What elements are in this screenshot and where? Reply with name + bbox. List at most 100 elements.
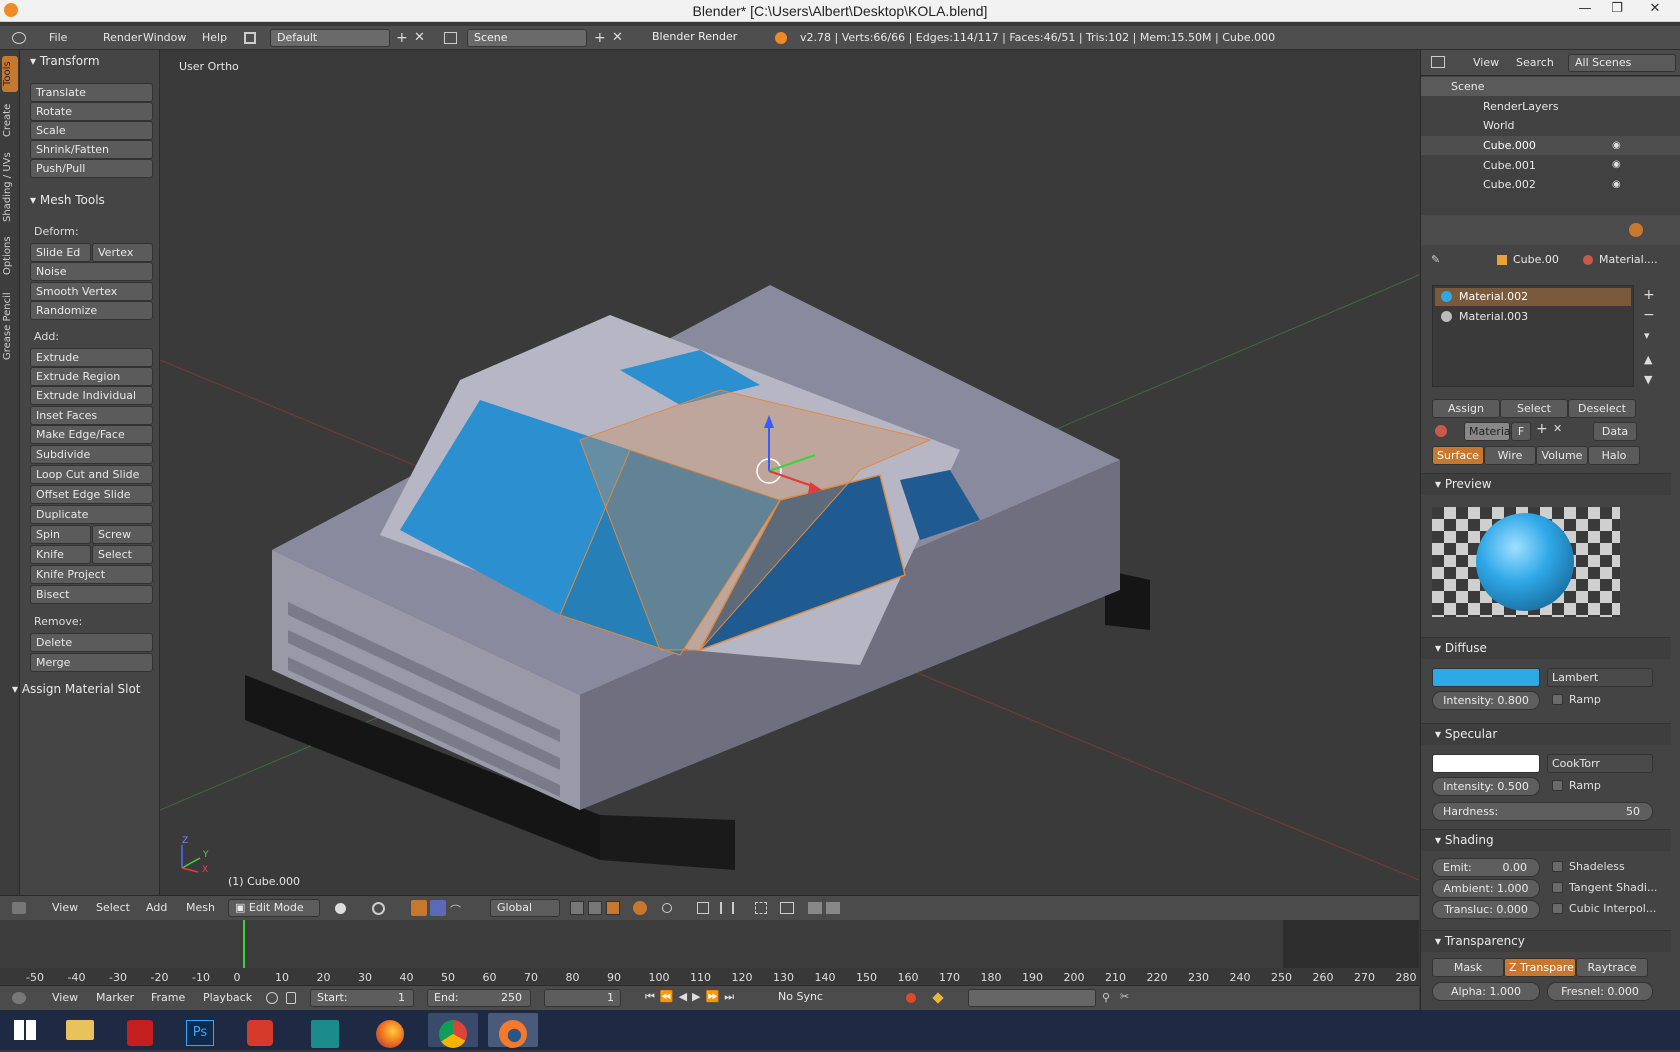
extrude-region-button[interactable]: Extrude Region — [30, 367, 153, 386]
shadeless-checkbox[interactable] — [1552, 861, 1563, 872]
specular-intensity-slider[interactable]: Intensity: 0.500 — [1432, 777, 1540, 796]
outliner-search-menu[interactable]: Search — [1516, 56, 1554, 69]
lock-icon[interactable] — [286, 992, 296, 1004]
unlink-material-icon[interactable]: ✕ — [1553, 422, 1562, 435]
shading-panel-header[interactable]: ▾ Shading — [1421, 829, 1671, 851]
current-frame-cursor[interactable] — [243, 920, 245, 968]
spin-button[interactable]: Spin — [30, 525, 91, 544]
knife-button[interactable]: Knife — [30, 545, 91, 564]
link-data-select[interactable]: Data — [1593, 422, 1637, 441]
specular-shader-select[interactable]: CookTorr — [1547, 754, 1653, 773]
mesh-tools-panel-header[interactable]: ▾ Mesh Tools — [30, 193, 105, 207]
diffuse-color-swatch[interactable] — [1432, 668, 1540, 687]
proportional-edit-icon[interactable] — [662, 903, 672, 913]
minimize-button[interactable]: — — [1570, 1, 1600, 16]
tab-options[interactable]: Options — [2, 232, 18, 280]
translate-button[interactable]: Translate — [30, 83, 153, 102]
randomize-button[interactable]: Randomize — [30, 301, 153, 320]
specular-panel-header[interactable]: ▾ Specular — [1421, 723, 1671, 745]
menu-view[interactable]: View — [52, 901, 78, 914]
make-edge-face-button[interactable]: Make Edge/Face — [30, 425, 153, 444]
outliner-item-renderlayers[interactable]: RenderLayers — [1421, 97, 1680, 116]
limit-selection-icon[interactable] — [633, 901, 647, 915]
push-pull-button[interactable]: Push/Pull — [30, 159, 153, 178]
editor-type-icon[interactable] — [12, 902, 26, 914]
pin-icon[interactable]: ✎ — [1431, 253, 1440, 266]
screw-button[interactable]: Screw — [92, 525, 153, 544]
tab-surface[interactable]: Surface — [1432, 446, 1484, 465]
start-frame-field[interactable]: Start: 1 — [310, 989, 414, 1007]
menu-help[interactable]: Help — [202, 31, 227, 44]
snap-target-icon[interactable] — [755, 902, 767, 914]
smooth-vertex-button[interactable]: Smooth Vertex — [30, 282, 153, 301]
sketchup-icon[interactable] — [235, 1013, 285, 1047]
diffuse-intensity-slider[interactable]: Intensity: 0.800 — [1432, 691, 1540, 710]
firefox-icon[interactable] — [365, 1013, 415, 1048]
render-preview-icon[interactable] — [780, 902, 794, 914]
tab-shading-uvs[interactable]: Shading / UVs — [2, 148, 18, 226]
file-explorer-icon[interactable] — [55, 1013, 105, 1047]
extrude-button[interactable]: Extrude — [30, 348, 153, 367]
scene-field[interactable]: Scene — [467, 29, 587, 47]
current-frame-field[interactable]: 1 — [544, 989, 621, 1007]
timeline-editor-icon[interactable] — [12, 992, 26, 1004]
outliner-item-cube-002[interactable]: Cube.002 — [1421, 175, 1680, 194]
add-slot-icon[interactable]: + — [1643, 287, 1655, 303]
tab-halo[interactable]: Halo — [1588, 446, 1640, 465]
manipulator-translate-icon[interactable] — [411, 900, 427, 916]
hardness-field[interactable]: Hardness: 50 — [1432, 802, 1653, 821]
slide-edge-button[interactable]: Slide Ed — [30, 243, 91, 262]
tab-tools[interactable]: Tools — [2, 56, 18, 92]
deselect-button[interactable]: Deselect — [1568, 399, 1636, 418]
menu-select[interactable]: Select — [96, 901, 130, 914]
translucency-field[interactable]: Transluc: 0.000 — [1432, 900, 1540, 919]
transparency-panel-header[interactable]: ▾ Transparency — [1421, 930, 1671, 952]
windows-start-icon[interactable] — [0, 1013, 50, 1047]
outliner-item-cube-000[interactable]: Cube.000 — [1421, 136, 1680, 155]
transparency-raytrace-button[interactable]: Raytrace — [1576, 958, 1648, 977]
transparency-ztransp-button[interactable]: Z Transpare... — [1504, 958, 1576, 977]
menu-render[interactable]: Render — [103, 31, 142, 44]
move-up-icon[interactable]: ▲ — [1644, 353, 1652, 366]
vertex-select-icon[interactable] — [570, 901, 584, 915]
loop-cut-slide-button[interactable]: Loop Cut and Slide — [30, 465, 153, 484]
emit-field[interactable]: Emit: 0.00 — [1432, 858, 1540, 877]
rotate-button[interactable]: Rotate — [30, 102, 153, 121]
slide-vertex-button[interactable]: Vertex — [92, 243, 153, 262]
cubic-interpolation-checkbox[interactable] — [1552, 903, 1563, 914]
remove-scene-icon[interactable]: ✕ — [612, 30, 623, 45]
menu-add[interactable]: Add — [146, 901, 167, 914]
face-select-icon[interactable] — [606, 901, 620, 915]
record-icon[interactable] — [906, 993, 916, 1003]
menu-mesh[interactable]: Mesh — [186, 901, 215, 914]
extrude-individual-button[interactable]: Extrude Individual — [30, 386, 153, 405]
diffuse-panel-header[interactable]: ▾ Diffuse — [1421, 637, 1671, 659]
scene-icon[interactable] — [444, 32, 457, 44]
fake-user-button[interactable]: F — [1511, 422, 1531, 441]
inset-faces-button[interactable]: Inset Faces — [30, 406, 153, 425]
timeline-menu-playback[interactable]: Playback — [203, 991, 252, 1004]
transparency-mask-button[interactable]: Mask — [1432, 958, 1504, 977]
transform-panel-header[interactable]: ▾ Transform — [30, 54, 100, 68]
tab-create[interactable]: Create — [2, 98, 18, 142]
info-editor-icon[interactable] — [12, 32, 26, 44]
timeline-menu-marker[interactable]: Marker — [96, 991, 134, 1004]
menu-window[interactable]: Window — [143, 31, 186, 44]
outliner-view-menu[interactable]: View — [1473, 56, 1499, 69]
diffuse-shader-select[interactable]: Lambert — [1547, 668, 1653, 687]
material-slot-2[interactable]: Material.003 — [1459, 310, 1528, 323]
3d-viewport[interactable]: User Ortho (1) Cube.000 Z Y X — [160, 50, 1419, 895]
slot-menu-icon[interactable]: ▾ — [1644, 329, 1650, 342]
tab-grease-pencil[interactable]: Grease Pencil — [2, 286, 18, 366]
noise-button[interactable]: Noise — [30, 262, 153, 281]
select-button[interactable]: Select — [1500, 399, 1568, 418]
chrome-icon[interactable] — [428, 1013, 478, 1048]
playback-controls[interactable]: ⏮⏪◀▶⏩⏭ — [645, 990, 739, 1004]
photoshop-icon[interactable]: Ps — [175, 1013, 225, 1047]
insert-keyframe-icon[interactable]: ⚲ — [1102, 991, 1110, 1004]
shrink-fatten-button[interactable]: Shrink/Fatten — [30, 140, 153, 159]
snap-icon[interactable] — [697, 902, 709, 914]
ambient-field[interactable]: Ambient: 1.000 — [1432, 879, 1540, 898]
subdivide-button[interactable]: Subdivide — [30, 445, 153, 464]
render-engine-select[interactable]: Blender Render — [646, 29, 754, 47]
